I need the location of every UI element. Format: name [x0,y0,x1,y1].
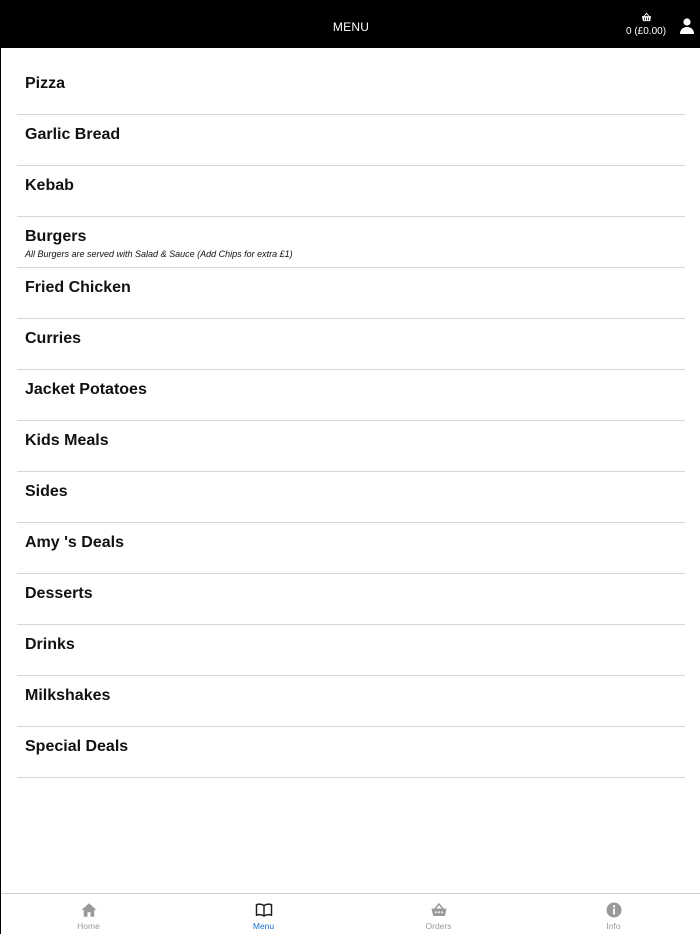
book-icon [255,903,272,917]
menu-category-pizza[interactable]: Pizza [17,64,685,115]
menu-category-kids-meals[interactable]: Kids Meals [17,421,685,472]
menu-category-fried-chicken[interactable]: Fried Chicken [17,268,685,319]
page-title: MENU [332,20,370,34]
menu-category-desserts[interactable]: Desserts [17,574,685,625]
tab-orders[interactable]: Orders [351,894,526,934]
menu-category-label: Garlic Bread [25,126,121,143]
basket-count: 0 (£0.00) [626,26,667,37]
menu-category-kebab[interactable]: Kebab [17,166,685,217]
menu-category-label: Curries [25,330,82,347]
basket-icon [641,12,651,22]
info-icon [606,902,621,918]
menu-category-sides[interactable]: Sides [17,472,685,523]
menu-category-label: Special Deals [25,738,129,755]
menu-category-label: Desserts [25,585,93,602]
tab-label: Orders [425,921,452,931]
menu-category-label: Sides [25,483,68,500]
user-icon [680,18,694,34]
menu-category-drinks[interactable]: Drinks [17,625,685,676]
menu-category-milkshakes[interactable]: Milkshakes [17,676,685,727]
basket-icon [431,902,446,916]
menu-category-label: Fried Chicken [25,279,131,296]
app-window: MENU 0 (£0.00) Pizza Garlic Bread Kebab … [0,0,700,934]
menu-category-garlic-bread[interactable]: Garlic Bread [17,115,685,166]
menu-category-label: Drinks [25,636,75,653]
tab-home[interactable]: Home [1,894,176,934]
menu-category-label: Milkshakes [25,687,111,704]
tab-info[interactable]: Info [526,894,700,934]
menu-category-burgers[interactable]: Burgers All Burgers are served with Sala… [17,217,685,268]
bottom-tab-bar: Home Menu Orders Info [1,893,700,934]
menu-category-list: Pizza Garlic Bread Kebab Burgers All Bur… [17,64,685,778]
tab-label: Home [77,921,100,931]
menu-category-label: Amy 's Deals [25,534,124,551]
menu-category-amys-deals[interactable]: Amy 's Deals [17,523,685,574]
menu-category-label: Burgers [25,228,87,245]
menu-category-label: Jacket Potatoes [25,381,147,398]
tab-label: Menu [252,921,275,931]
tab-menu[interactable]: Menu [176,894,351,934]
home-icon [81,903,96,917]
menu-category-label: Kebab [25,177,74,194]
basket-button[interactable]: 0 (£0.00) [626,12,666,37]
menu-category-curries[interactable]: Curries [17,319,685,370]
menu-category-label: Kids Meals [25,432,109,449]
top-bar: MENU 0 (£0.00) [1,0,700,48]
menu-category-jacket-potatoes[interactable]: Jacket Potatoes [17,370,685,421]
menu-category-note: All Burgers are served with Salad & Sauc… [25,249,293,259]
menu-category-label: Pizza [25,75,66,92]
account-button[interactable] [680,18,694,34]
tab-label: Info [606,921,621,931]
menu-category-special-deals[interactable]: Special Deals [17,727,685,778]
